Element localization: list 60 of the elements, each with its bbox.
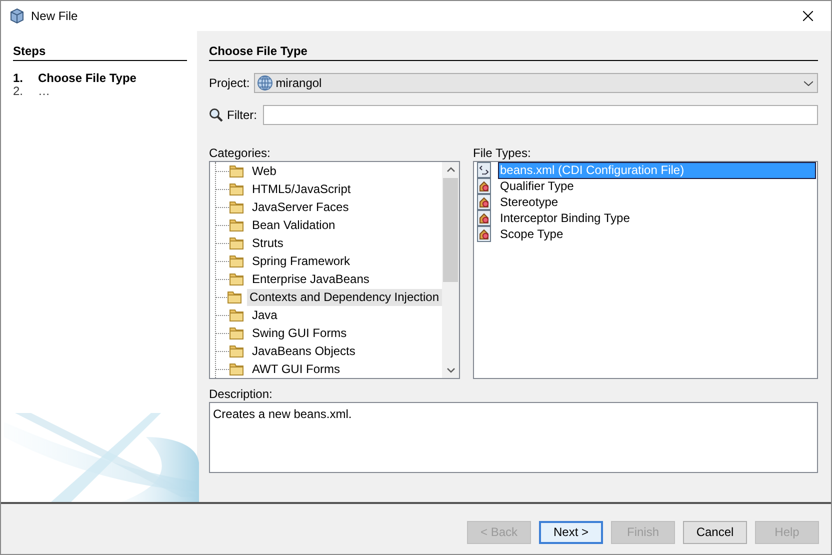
tree-item[interactable]: AWT GUI Forms	[249, 360, 343, 378]
folder-icon	[229, 163, 245, 179]
field-label: Filter:	[227, 108, 257, 122]
folder-icon	[226, 289, 243, 305]
field-label: Categories:	[209, 146, 272, 161]
file-types-list[interactable]: beans.xml (CDI Configuration File) Qualifier Type Stereotype Interceptor Binding Type Scope Type	[473, 161, 818, 379]
filter-field[interactable]	[263, 105, 818, 125]
steps-heading: Steps	[13, 44, 187, 61]
folder-icon	[229, 181, 245, 197]
step-number: 1.	[13, 72, 24, 85]
scrollbar[interactable]	[442, 162, 459, 378]
tree-item[interactable]: Spring Framework	[249, 252, 354, 270]
folder-icon	[229, 253, 245, 269]
tree-item[interactable]: JavaBeans Objects	[249, 342, 358, 360]
categories-tree[interactable]: Web HTML5/JavaScript JavaServer Faces Bean Validation Struts Spring Framework Enterprise JavaBeans Contexts and Dependency Injection Java Swing GUI Forms JavaBeans Objects AWT GUI Forms	[209, 161, 460, 379]
description-area: Creates a new beans.xml.	[209, 402, 818, 473]
list-item[interactable]: Qualifier Type	[498, 178, 817, 194]
list-item[interactable]: Stereotype	[498, 194, 817, 210]
class-file-icon	[476, 178, 492, 194]
tree-item[interactable]: Contexts and Dependency Injection	[246, 288, 442, 306]
xml-file-icon	[476, 162, 492, 178]
tree-item[interactable]: Web	[249, 162, 280, 180]
list-item[interactable]: Interceptor Binding Type	[498, 210, 817, 226]
dialog-button[interactable]: Next >	[539, 520, 603, 544]
list-item[interactable]: Scope Type	[498, 226, 817, 242]
step-label: …	[38, 85, 50, 98]
tree-item[interactable]: JavaServer Faces	[249, 198, 352, 216]
tree-item[interactable]: Bean Validation	[249, 216, 338, 234]
step-label: Choose File Type	[38, 72, 136, 85]
project-dropdown[interactable]: mirangol	[254, 73, 818, 93]
tree-item[interactable]: Struts	[249, 234, 286, 252]
step-number: 2.	[13, 85, 24, 98]
field-label: Project:	[209, 76, 250, 90]
folder-icon	[229, 361, 245, 377]
folder-icon	[229, 343, 245, 359]
app-icon	[9, 8, 25, 24]
folder-icon	[229, 199, 245, 215]
scroll-up-icon	[446, 167, 454, 172]
tree-item[interactable]: Enterprise JavaBeans	[249, 270, 372, 288]
globe-icon	[256, 75, 273, 91]
class-file-icon	[476, 226, 492, 242]
folder-icon	[229, 325, 245, 341]
scroll-down-icon	[446, 368, 454, 373]
close-icon	[803, 11, 813, 21]
folder-icon	[229, 271, 245, 287]
class-file-icon	[476, 210, 492, 226]
folder-icon	[229, 307, 245, 323]
window-title: New File	[31, 9, 79, 23]
field-label: File Types:	[473, 146, 532, 161]
folder-icon	[229, 217, 245, 233]
search-icon	[209, 108, 223, 122]
panel-heading: Choose File Type	[209, 44, 818, 61]
chevron-down-icon	[804, 80, 813, 86]
tree-item[interactable]: HTML5/JavaScript	[249, 180, 354, 198]
dialog-button[interactable]: Cancel	[683, 520, 747, 544]
tree-item[interactable]: Swing GUI Forms	[249, 324, 350, 342]
folder-icon	[229, 235, 245, 251]
tree-item[interactable]: Java	[249, 306, 280, 324]
field-label: Description:	[209, 387, 274, 402]
class-file-icon	[476, 194, 492, 210]
